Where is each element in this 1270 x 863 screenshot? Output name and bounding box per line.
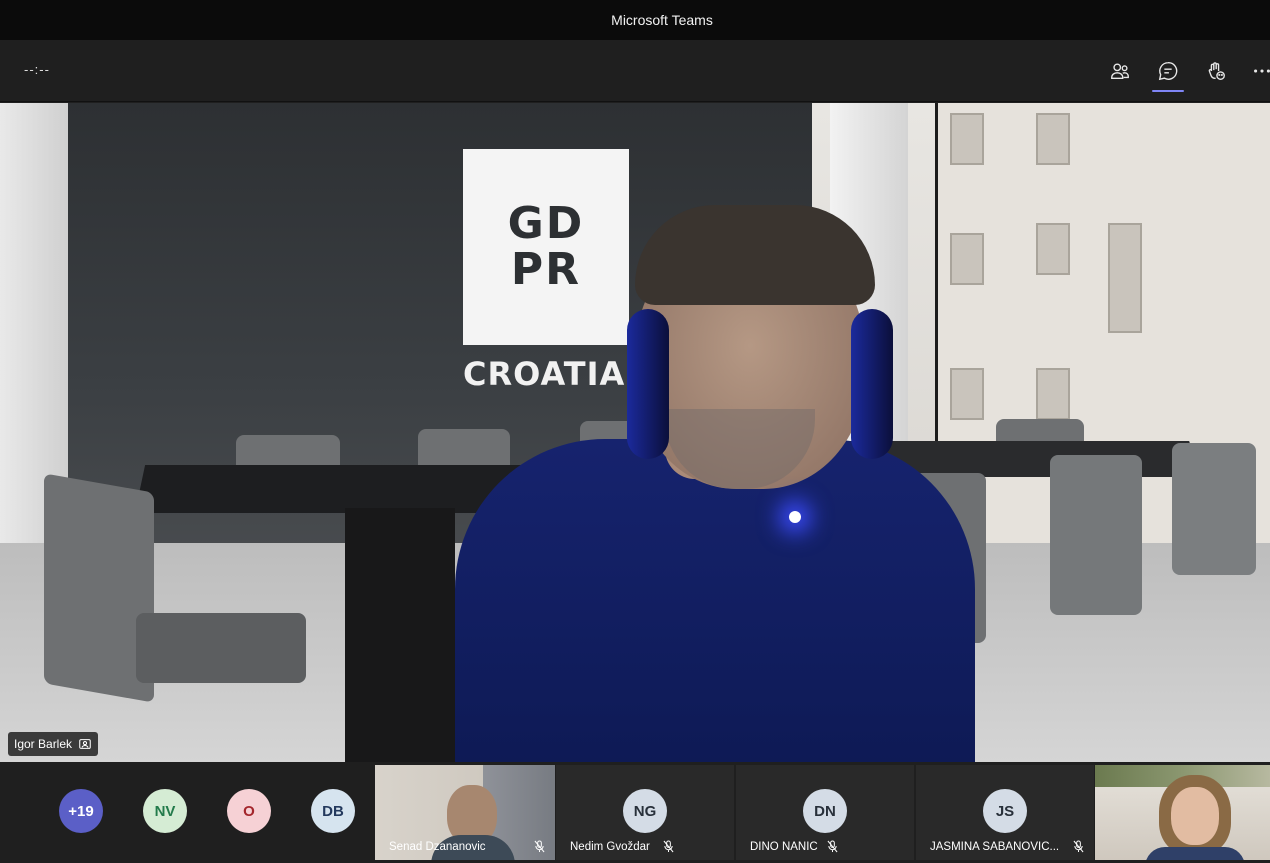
participant-avatar-db[interactable]: DB: [311, 789, 355, 833]
mic-muted-icon: [1073, 840, 1084, 853]
participant-avatar-nv[interactable]: NV: [143, 789, 187, 833]
participant-name: DINO NANIC: [750, 840, 818, 853]
background-table-base: [345, 508, 455, 762]
app-title: Microsoft Teams: [611, 12, 713, 28]
chat-icon: [1158, 62, 1178, 81]
overflow-participants-button[interactable]: +19: [59, 789, 103, 833]
meeting-timer: --:--: [24, 62, 50, 77]
raise-hand-icon: [1208, 62, 1225, 80]
participant-avatar-js: JS: [983, 789, 1027, 833]
participant-avatar-ng: NG: [623, 789, 667, 833]
main-video-stage[interactable]: GD PR CROATIA Igor Barlek: [0, 103, 1270, 762]
speaker-name: Igor Barlek: [14, 737, 73, 751]
participants-button[interactable]: [1102, 54, 1138, 88]
meeting-toolbar: --:--: [0, 40, 1270, 102]
headphone-right: [851, 309, 893, 459]
people-icon: [1111, 63, 1129, 80]
participant-label: Nedim Gvoždar: [570, 840, 724, 853]
participant-label: DINO NANIC: [750, 840, 904, 853]
more-options-button[interactable]: [1244, 54, 1270, 88]
speaker-video: [455, 199, 975, 762]
headset-mic-light: [789, 511, 801, 523]
participant-shirt: [1145, 847, 1245, 860]
reactions-button[interactable]: [1198, 54, 1234, 88]
participant-tile-video[interactable]: [1095, 765, 1270, 860]
participant-avatar-o[interactable]: O: [227, 789, 271, 833]
more-icon: [1254, 69, 1270, 73]
participant-name: Nedim Gvoždar: [570, 840, 650, 853]
participant-tile-nedim[interactable]: NG Nedim Gvoždar: [556, 765, 734, 860]
speaker-hair: [635, 205, 875, 305]
background-effects-icon: [79, 739, 91, 749]
mic-muted-icon: [827, 840, 838, 853]
mic-muted-icon: [534, 840, 545, 853]
participant-name: JASMINA SABANOVIC...: [930, 840, 1060, 853]
background-chair: [136, 613, 306, 683]
headphone-left: [627, 309, 669, 459]
participant-tile-senad[interactable]: Senad Dzananovic: [375, 765, 555, 860]
participant-label: Senad Dzananovic: [389, 840, 545, 853]
title-bar: Microsoft Teams: [0, 0, 1270, 40]
participant-avatar-dn: DN: [803, 789, 847, 833]
participant-tile-dino[interactable]: DN DINO NANIC: [736, 765, 914, 860]
background-chair: [1050, 455, 1142, 615]
participant-tile-jasmina[interactable]: JS JASMINA SABANOVIC...: [916, 765, 1094, 860]
background-chair: [1172, 443, 1256, 575]
participant-name: Senad Dzananovic: [389, 840, 486, 853]
chat-button[interactable]: [1150, 54, 1186, 92]
speaker-shirt: [455, 439, 975, 762]
speaker-name-tag: Igor Barlek: [8, 732, 99, 756]
participant-face: [1171, 787, 1219, 845]
mic-muted-icon: [663, 840, 674, 853]
participant-label: JASMINA SABANOVIC...: [930, 840, 1084, 853]
